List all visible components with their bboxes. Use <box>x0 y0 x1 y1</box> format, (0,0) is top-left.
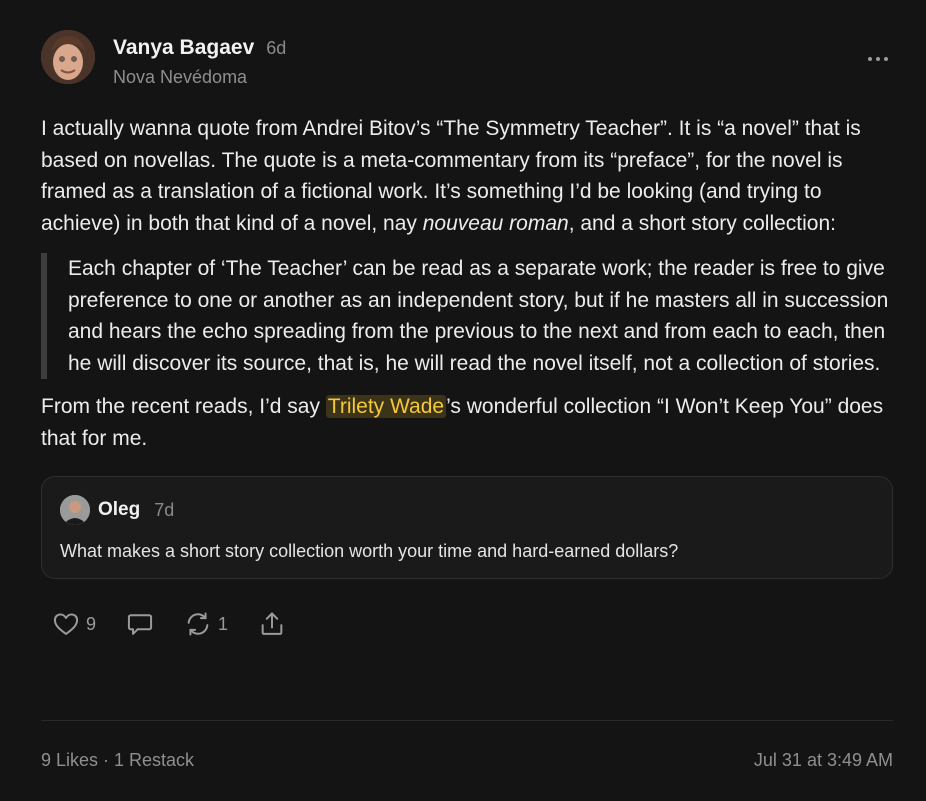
author-avatar[interactable] <box>41 30 95 84</box>
share-button[interactable] <box>258 610 286 638</box>
publication-name[interactable]: Nova Nevédoma <box>113 67 247 88</box>
post-timestamp: Jul 31 at 3:49 AM <box>753 750 893 770</box>
restack-button[interactable]: 1 <box>184 610 228 638</box>
restack-icon <box>187 612 209 636</box>
quoted-author-name[interactable]: Oleg <box>98 499 140 521</box>
quoted-note-text: What makes a short story collection wort… <box>60 541 679 561</box>
heart-icon <box>53 613 79 635</box>
post-header: Vanya Bagaev 6d Nova Nevédoma <box>41 30 893 90</box>
quoted-note-age: 7d <box>154 499 175 520</box>
post-age[interactable]: 6d <box>266 38 286 59</box>
restack-count: 1 <box>218 613 229 634</box>
post: Vanya Bagaev 6d Nova Nevédoma I actually… <box>41 30 893 639</box>
share-icon <box>261 612 283 635</box>
author-line: Vanya Bagaev 6d <box>113 36 286 60</box>
author-name[interactable]: Vanya Bagaev <box>113 36 254 60</box>
post-body: I actually wanna quote from Andrei Bitov… <box>41 113 893 454</box>
blockquote: Each chapter of ‘The Teacher’ can be rea… <box>41 253 893 379</box>
italic-phrase: nouveau roman <box>422 211 569 235</box>
quoted-author-avatar[interactable] <box>60 495 90 525</box>
action-bar: 9 1 <box>41 609 893 639</box>
like-button[interactable]: 9 <box>52 610 96 638</box>
post-footer: 9 Likes · 1 Restack Jul 31 at 3:49 AM <box>41 750 893 771</box>
more-dots-icon <box>868 57 872 61</box>
post-paragraph: I actually wanna quote from Andrei Bitov… <box>41 117 861 235</box>
more-options-button[interactable] <box>863 44 893 74</box>
engagement-stats[interactable]: 9 Likes · 1 Restack <box>41 750 194 771</box>
post-paragraph: From the recent reads, I’d say Trilety W… <box>41 395 884 450</box>
user-mention[interactable]: Trilety Wade <box>325 395 447 418</box>
divider <box>41 720 893 721</box>
like-count: 9 <box>86 613 97 634</box>
quoted-note-card[interactable]: Oleg 7d What makes a short story collect… <box>41 476 893 579</box>
quoted-note-header: Oleg 7d <box>60 495 874 525</box>
comment-button[interactable] <box>126 610 154 638</box>
comment-bubble-icon <box>127 614 153 635</box>
